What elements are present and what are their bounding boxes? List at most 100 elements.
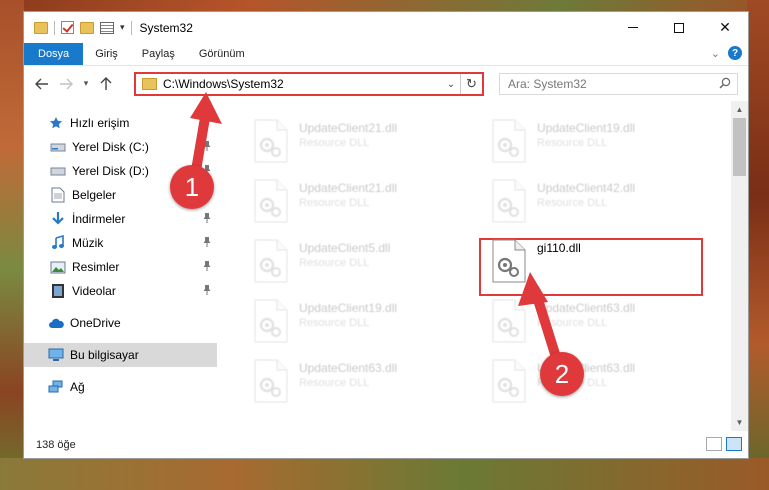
window-controls: ✕ (610, 12, 748, 43)
folder-icon[interactable] (34, 21, 48, 34)
tab-paylas[interactable]: Paylaş (130, 43, 187, 65)
dll-file-icon (253, 299, 289, 343)
properties-check-icon[interactable] (61, 21, 74, 34)
file-item[interactable]: UpdateClient42.dll Resource DLL (491, 173, 716, 229)
window-title: System32 (139, 20, 193, 35)
cloud-icon (48, 315, 64, 331)
refresh-button[interactable]: ↻ (460, 74, 482, 94)
scroll-thumb[interactable] (733, 118, 746, 176)
file-text: UpdateClient42.dll Resource DLL (537, 181, 635, 209)
pin-icon[interactable] (203, 141, 211, 151)
dll-file-icon (491, 359, 527, 403)
pin-icon[interactable] (203, 237, 211, 247)
file-item[interactable]: UpdateClient19.dll Resource DLL (491, 113, 716, 169)
customize-dropdown-icon[interactable]: ▾ (120, 22, 125, 33)
up-arrow-icon (100, 76, 112, 90)
main-content: Hızlı erişim Yerel Disk (C:) Yerel Disk … (24, 101, 748, 431)
minimize-button[interactable] (610, 12, 656, 43)
sidebar-item-music[interactable]: Müzik (24, 231, 217, 255)
dll-file-icon (491, 239, 527, 283)
file-item[interactable]: UpdateClient21.dll Resource DLL (253, 173, 478, 229)
search-input[interactable]: Ara: System32 (499, 73, 738, 95)
back-button[interactable] (30, 72, 54, 96)
file-list: ▲ ▼ UpdateClient21.dll Resource DLL Update… (217, 101, 748, 431)
search-placeholder: Ara: System32 (508, 77, 587, 91)
maximize-button[interactable] (656, 12, 702, 43)
file-description: Resource DLL (299, 137, 370, 149)
file-item[interactable]: UpdateClient63.dllResource DLL (253, 353, 478, 409)
view-buttons (706, 437, 742, 451)
sidebar-item-drive-c[interactable]: Yerel Disk (C:) (24, 135, 217, 159)
dll-file-icon (253, 179, 289, 223)
sidebar-item-label: OneDrive (70, 316, 121, 330)
network-icon (48, 379, 64, 395)
file-description: Resource DLL (299, 377, 370, 389)
drive-icon (50, 139, 66, 155)
search-icon[interactable] (719, 77, 731, 89)
close-button[interactable]: ✕ (702, 12, 748, 43)
file-item[interactable]: UpdateClient63.dllResource DLL (491, 353, 716, 409)
sidebar-item-quick-access[interactable]: Hızlı erişim (24, 111, 217, 135)
file-item[interactable]: UpdateClient21.dll Resource DLL (253, 113, 478, 169)
forward-button[interactable] (54, 72, 78, 96)
tiles-view-icon[interactable] (726, 437, 742, 451)
dll-file-icon (491, 299, 527, 343)
dll-file-icon (491, 179, 527, 223)
scroll-down-icon[interactable]: ▼ (731, 414, 748, 431)
pin-icon[interactable] (203, 285, 211, 295)
new-folder-icon[interactable] (80, 21, 94, 34)
navigation-pane: Hızlı erişim Yerel Disk (C:) Yerel Disk … (24, 101, 217, 431)
scroll-up-icon[interactable]: ▲ (731, 101, 748, 118)
title-bar: ▾ System32 ✕ (24, 12, 748, 43)
sidebar-item-pictures[interactable]: Resimler (24, 255, 217, 279)
recent-locations-button[interactable]: ▾ (78, 72, 94, 96)
tab-dosya[interactable]: Dosya (24, 43, 84, 65)
up-button[interactable] (94, 72, 118, 96)
computer-icon (48, 347, 64, 363)
pin-icon[interactable] (203, 213, 211, 223)
file-name: gi110.dll (537, 241, 581, 255)
explorer-window: ▾ System32 ✕ Dosya Giriş Paylaş Görünüm … (23, 11, 749, 459)
help-icon[interactable]: ? (728, 46, 742, 60)
sidebar-item-network[interactable]: Ağ (24, 375, 217, 399)
file-name: UpdateClient63.dll (537, 301, 636, 315)
vertical-scrollbar[interactable]: ▲ ▼ (731, 101, 748, 431)
file-item[interactable]: gi110.dll (491, 233, 716, 289)
background-left (0, 0, 24, 490)
file-item[interactable]: UpdateClient5.dll Resource DLL (253, 233, 478, 289)
details-view-icon[interactable] (706, 437, 722, 451)
file-description: Resource DLL (537, 317, 608, 329)
sidebar-item-label: Hızlı erişim (70, 116, 130, 130)
documents-icon (50, 187, 66, 203)
file-item[interactable]: UpdateClient19.dll Resource DLL (253, 293, 478, 349)
sidebar-item-videos[interactable]: Videolar (24, 279, 217, 303)
address-dropdown-icon[interactable]: ⌄ (442, 79, 460, 90)
properties-icon[interactable] (100, 21, 114, 34)
file-item[interactable]: UpdateClient63.dll Resource DLL (491, 293, 716, 349)
star-icon (48, 115, 64, 131)
quick-access-toolbar: ▾ (34, 20, 125, 35)
file-text: UpdateClient5.dll Resource DLL (299, 241, 390, 269)
sidebar-item-downloads[interactable]: İndirmeler (24, 207, 217, 231)
file-text: UpdateClient63.dll Resource DLL (299, 361, 397, 389)
tab-giris[interactable]: Giriş (83, 43, 130, 65)
sidebar-item-label: Müzik (72, 236, 104, 250)
sidebar-item-onedrive[interactable]: OneDrive (24, 311, 217, 335)
expand-ribbon-icon[interactable]: ⌄ (711, 47, 720, 60)
address-bar[interactable]: C:\Windows\System32 ⌄ ↻ (134, 72, 484, 96)
ribbon-tabs: Dosya Giriş Paylaş Görünüm ⌄ ? (24, 43, 748, 65)
item-count: 138 öğe (36, 438, 76, 451)
minimize-icon (628, 27, 638, 28)
tab-gorunum[interactable]: Görünüm (187, 43, 257, 65)
address-path[interactable]: C:\Windows\System32 (163, 77, 442, 91)
sidebar-item-this-pc[interactable]: Bu bilgisayar (24, 343, 217, 367)
title-divider (130, 20, 132, 35)
sidebar-item-label: Yerel Disk (D:) (72, 164, 149, 178)
pin-icon[interactable] (203, 261, 211, 271)
videos-icon (50, 283, 66, 299)
maximize-icon (674, 22, 684, 33)
sidebar-item-label: İndirmeler (72, 212, 126, 226)
dll-file-icon (253, 119, 289, 163)
file-name: UpdateClient42.dll (537, 181, 636, 195)
